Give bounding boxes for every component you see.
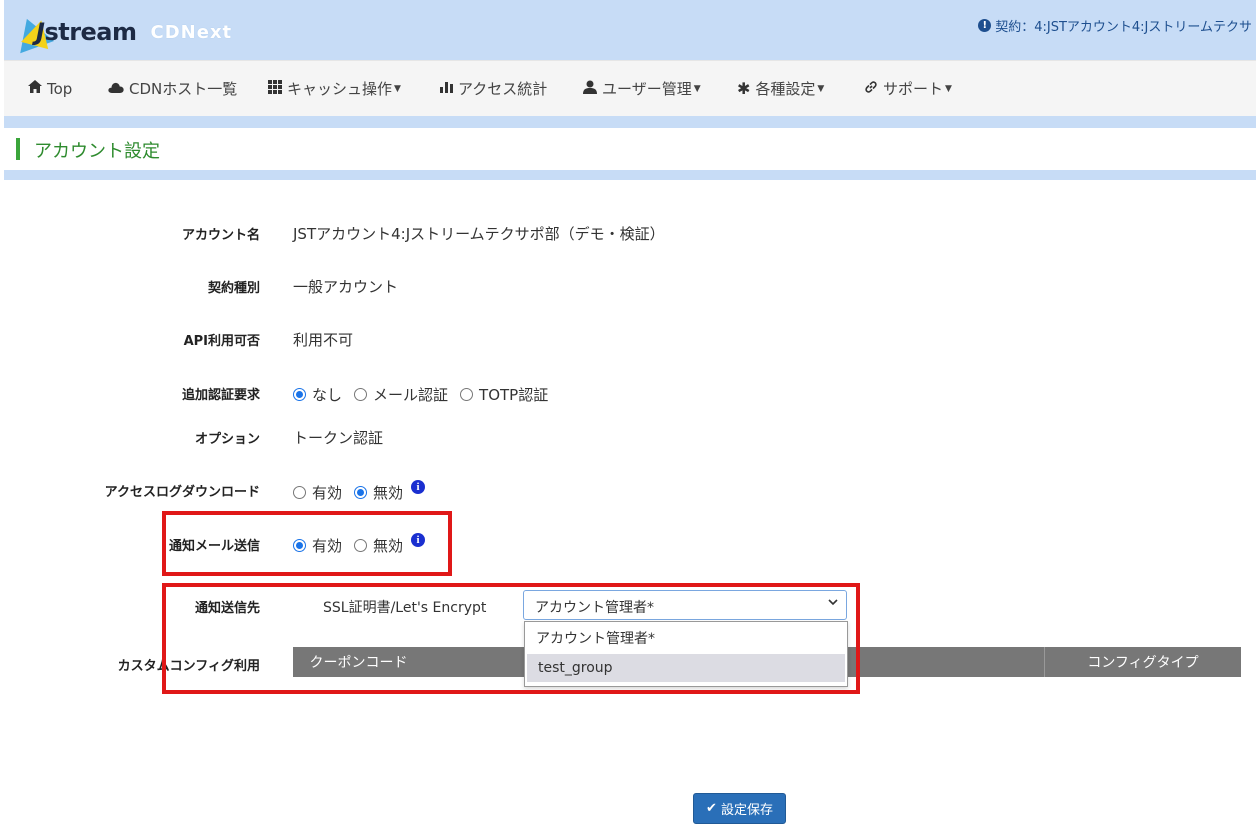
radio-button[interactable] [293,388,306,401]
notify-mail-radio-group: 有効 無効 i [293,532,426,556]
save-button[interactable]: ✔ 設定保存 [693,793,786,824]
account-name-value: JSTアカウント4:Jストリームテクサポ部（デモ・検証） [293,225,665,243]
account-name-label: アカウント名 [181,228,260,243]
main-nav: Top CDNホスト一覧 キャッシュ操作 ▼ アクセス統計 ユーザー管理 ▼ ✱ 各… [4,60,1256,117]
radio-button[interactable] [354,486,368,499]
info-icon[interactable]: i [411,479,426,494]
nav-item-top[interactable]: Top [28,61,72,116]
auth-radio-group: なし メール認証 TOTP認証 [293,384,560,405]
radio-button[interactable] [460,388,474,401]
contract-type-value: 一般アカウント [293,278,399,296]
exclamation-icon: ! [978,19,992,32]
radio-button[interactable] [293,539,306,552]
cloud-icon [108,81,124,97]
auth-option-none[interactable]: なし [293,384,342,405]
auth-option-mail[interactable]: メール認証 [354,384,448,405]
highlight-box-notify-dest [162,583,860,694]
link-icon [864,80,878,98]
log-download-option-enabled[interactable]: 有効 [293,482,342,503]
nav-item-cache[interactable]: キャッシュ操作 ▼ [268,61,401,116]
caret-down-icon: ▼ [817,83,825,94]
logo[interactable]: Jstream CDNext [9,12,233,54]
logo-text: stream [44,18,137,46]
log-download-label: アクセスログダウンロード [104,485,260,500]
radio-button[interactable] [354,388,368,401]
page-title-bar: アカウント設定 [4,128,1256,170]
contract-info[interactable]: ! 契約：4:JSTアカウント4:Jストリームテクサ [978,16,1252,35]
nav-item-access-stats[interactable]: アクセス統計 [440,61,547,116]
home-icon [28,80,42,97]
top-header: Jstream CDNext ! 契約：4:JSTアカウント4:Jストリームテク… [4,0,1256,60]
radio-button[interactable] [354,539,368,552]
page-title: アカウント設定 [34,141,160,162]
info-icon[interactable]: i [411,532,426,547]
caret-down-icon: ▼ [945,83,952,94]
contract-text: 契約：4:JSTアカウント4:Jストリームテクサ [995,20,1252,35]
notify-mail-option-disabled[interactable]: 無効 [354,535,403,556]
auth-label: 追加認証要求 [181,388,260,403]
log-download-option-disabled[interactable]: 無効 [354,482,403,503]
nav-item-support[interactable]: サポート ▼ [864,61,952,116]
bar-chart-icon [440,80,453,97]
notify-mail-option-enabled[interactable]: 有効 [293,535,342,556]
logo-product-name: CDNext [150,21,233,43]
header-divider [4,116,1256,128]
gear-icon: ✱ [737,79,751,98]
check-icon: ✔ [706,801,717,816]
grid-icon [268,79,282,98]
user-icon [583,80,597,98]
title-divider [4,170,1256,180]
nav-item-user-management[interactable]: ユーザー管理 ▼ [583,61,701,116]
nav-item-settings[interactable]: ✱ 各種設定 ▼ [737,61,824,116]
api-label: API利用可否 [183,334,260,349]
log-download-radio-group: 有効 無効 i [293,479,426,503]
option-label: オプション [194,432,260,447]
option-value: トークン認証 [293,429,384,447]
caret-down-icon: ▼ [693,83,701,94]
api-value: 利用不可 [293,331,354,349]
contract-type-label: 契約種別 [207,281,260,296]
title-accent-bar [16,138,20,160]
caret-down-icon: ▼ [394,83,401,94]
table-header-config-type[interactable]: コンフィグタイプ [1044,647,1241,677]
auth-option-totp[interactable]: TOTP認証 [460,384,548,405]
notify-mail-label: 通知メール送信 [168,539,260,554]
radio-button[interactable] [293,486,306,499]
nav-item-cdn-hosts[interactable]: CDNホスト一覧 [108,61,237,116]
